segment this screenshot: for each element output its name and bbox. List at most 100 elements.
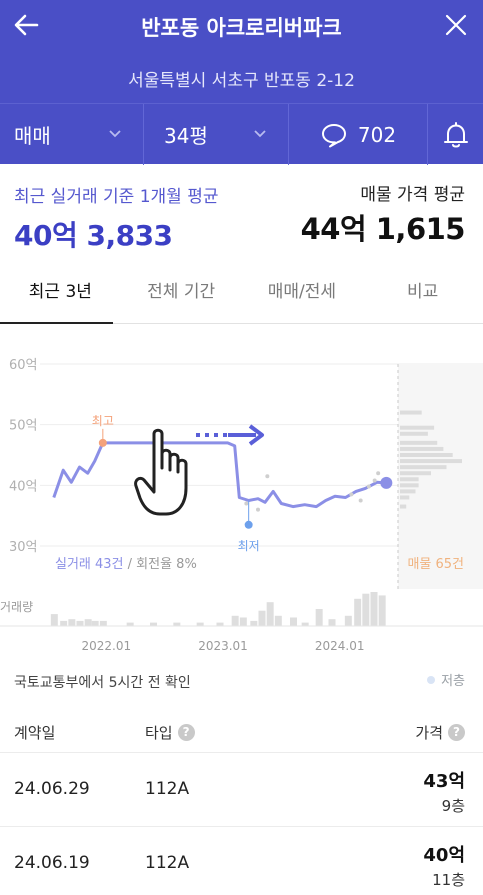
header-price-label: 가격 <box>415 724 443 742</box>
listing-band <box>400 459 462 464</box>
trade-dot <box>372 478 377 483</box>
close-icon[interactable] <box>441 10 471 40</box>
header-type: 타입 ? <box>145 722 195 743</box>
page-title: 반포동 아크로리버파크 <box>141 16 342 40</box>
volume-bar <box>84 619 92 626</box>
notification-button[interactable] <box>428 104 483 165</box>
volume-bar <box>344 615 352 626</box>
listing-band <box>400 410 422 415</box>
listing-band <box>400 425 435 430</box>
floor: 11층 <box>432 871 465 889</box>
y-tick-label: 30억 <box>9 540 38 555</box>
listing-band <box>400 477 419 482</box>
volume-bar <box>250 620 258 626</box>
trade-type-dropdown[interactable]: 매매 <box>0 104 144 165</box>
volume-bar <box>150 622 157 626</box>
help-icon[interactable]: ? <box>177 724 195 741</box>
y-tick-label: 50억 <box>9 419 38 434</box>
trade-price: 40억 <box>423 845 465 866</box>
low-floor-legend: 저층 <box>427 670 465 689</box>
header-contract-date: 계약일 <box>14 722 55 743</box>
data-source-note: 국토교통부에서 5시간 전 확인 <box>14 675 191 691</box>
volume-bar <box>362 593 370 626</box>
tab-compare[interactable]: 비교 <box>362 262 483 323</box>
latest-point <box>380 476 393 489</box>
listing-band <box>400 471 431 476</box>
volume-bar <box>68 619 76 626</box>
period-tabs: 최근 3년 전체 기간 매매/전세 비교 <box>0 262 483 324</box>
bell-icon <box>443 121 468 147</box>
min-marker-dot <box>244 520 253 529</box>
recent-average-value: 40억 3,833 <box>14 219 173 252</box>
header-price: 가격 ? <box>415 722 465 743</box>
table-row[interactable]: 24.06.19 112A 40억 11층 <box>0 826 483 895</box>
x-tick-label: 2023.01 <box>198 639 248 653</box>
speech-bubble-icon <box>321 123 346 147</box>
volume-bar <box>328 619 336 626</box>
volume-bar <box>266 602 274 626</box>
volume-bar <box>290 617 297 626</box>
volume-bar <box>354 598 362 626</box>
help-icon[interactable]: ? <box>448 724 465 741</box>
trade-count-label: 실거래 43건 / 회전율 8% <box>55 557 197 572</box>
low-floor-label: 저층 <box>441 674 465 689</box>
volume-bar <box>76 620 84 626</box>
swipe-hand-icon <box>134 428 188 516</box>
volume-bar <box>196 622 204 626</box>
comments-button[interactable]: 702 <box>289 104 428 165</box>
listing-band <box>400 431 428 436</box>
volume-label: 거래량 <box>0 600 33 614</box>
volume-bar <box>231 615 239 626</box>
volume-bar <box>370 592 378 626</box>
listing-band <box>400 440 438 445</box>
selector-bar: 매매 34평 702 <box>0 103 483 165</box>
volume-bar <box>99 620 107 626</box>
x-tick-label: 2022.01 <box>82 639 132 653</box>
contract-date: 24.06.19 <box>14 853 90 873</box>
tab-sale-lease[interactable]: 매매/전세 <box>242 262 363 323</box>
trade-dot <box>256 507 260 512</box>
trade-dot <box>376 471 381 476</box>
volume-bar <box>91 620 99 626</box>
comment-count: 702 <box>357 122 397 147</box>
volume-bar <box>126 622 134 626</box>
listing-band <box>400 453 453 457</box>
trade-dot <box>358 498 363 503</box>
floor: 9층 <box>441 797 465 815</box>
tab-all-period[interactable]: 전체 기간 <box>121 262 242 323</box>
listing-band <box>400 483 419 488</box>
trade-dot <box>349 492 354 497</box>
listing-area <box>398 364 483 589</box>
listing-average-label: 매물 가격 평균 <box>360 185 465 205</box>
listing-average-value: 44억 1,615 <box>300 212 466 246</box>
max-marker-dot <box>98 438 107 447</box>
series-line <box>52 441 387 509</box>
table-row[interactable]: 24.06.29 112A 43억 9층 <box>0 752 483 826</box>
size-dropdown[interactable]: 34평 <box>144 104 289 165</box>
header-date-label: 계약일 <box>14 724 56 742</box>
unit-type: 112A <box>145 853 190 873</box>
listing-band <box>400 465 447 470</box>
volume-bar <box>239 617 247 626</box>
listing-count-label: 매물 65건 <box>407 557 464 572</box>
volume-bar <box>378 595 386 626</box>
volume-bar <box>258 610 266 626</box>
listing-band <box>400 504 407 509</box>
trade-dot <box>366 484 371 489</box>
unit-type: 112A <box>145 779 190 799</box>
x-tick-label: 2024.01 <box>315 639 365 653</box>
tab-recent-3y[interactable]: 최근 3년 <box>0 262 121 324</box>
volume-bar <box>60 620 68 626</box>
volume-bar <box>301 622 309 626</box>
volume-bar <box>315 609 323 626</box>
volume-bar <box>173 622 181 626</box>
chevron-down-icon <box>109 130 121 138</box>
max-marker-label: 최고 <box>92 414 114 428</box>
header-type-label: 타입 <box>145 724 173 742</box>
price-chart[interactable]: 60억 50억 40억 30억 최고최저실거래 43건 / 회전율 8% 매물 65건거래… <box>0 324 483 659</box>
volume-bar <box>216 622 224 626</box>
listing-band <box>400 489 416 494</box>
listing-band <box>400 495 410 500</box>
turnover-label: / 회전율 8% <box>124 557 197 572</box>
volume-bar <box>50 614 58 626</box>
